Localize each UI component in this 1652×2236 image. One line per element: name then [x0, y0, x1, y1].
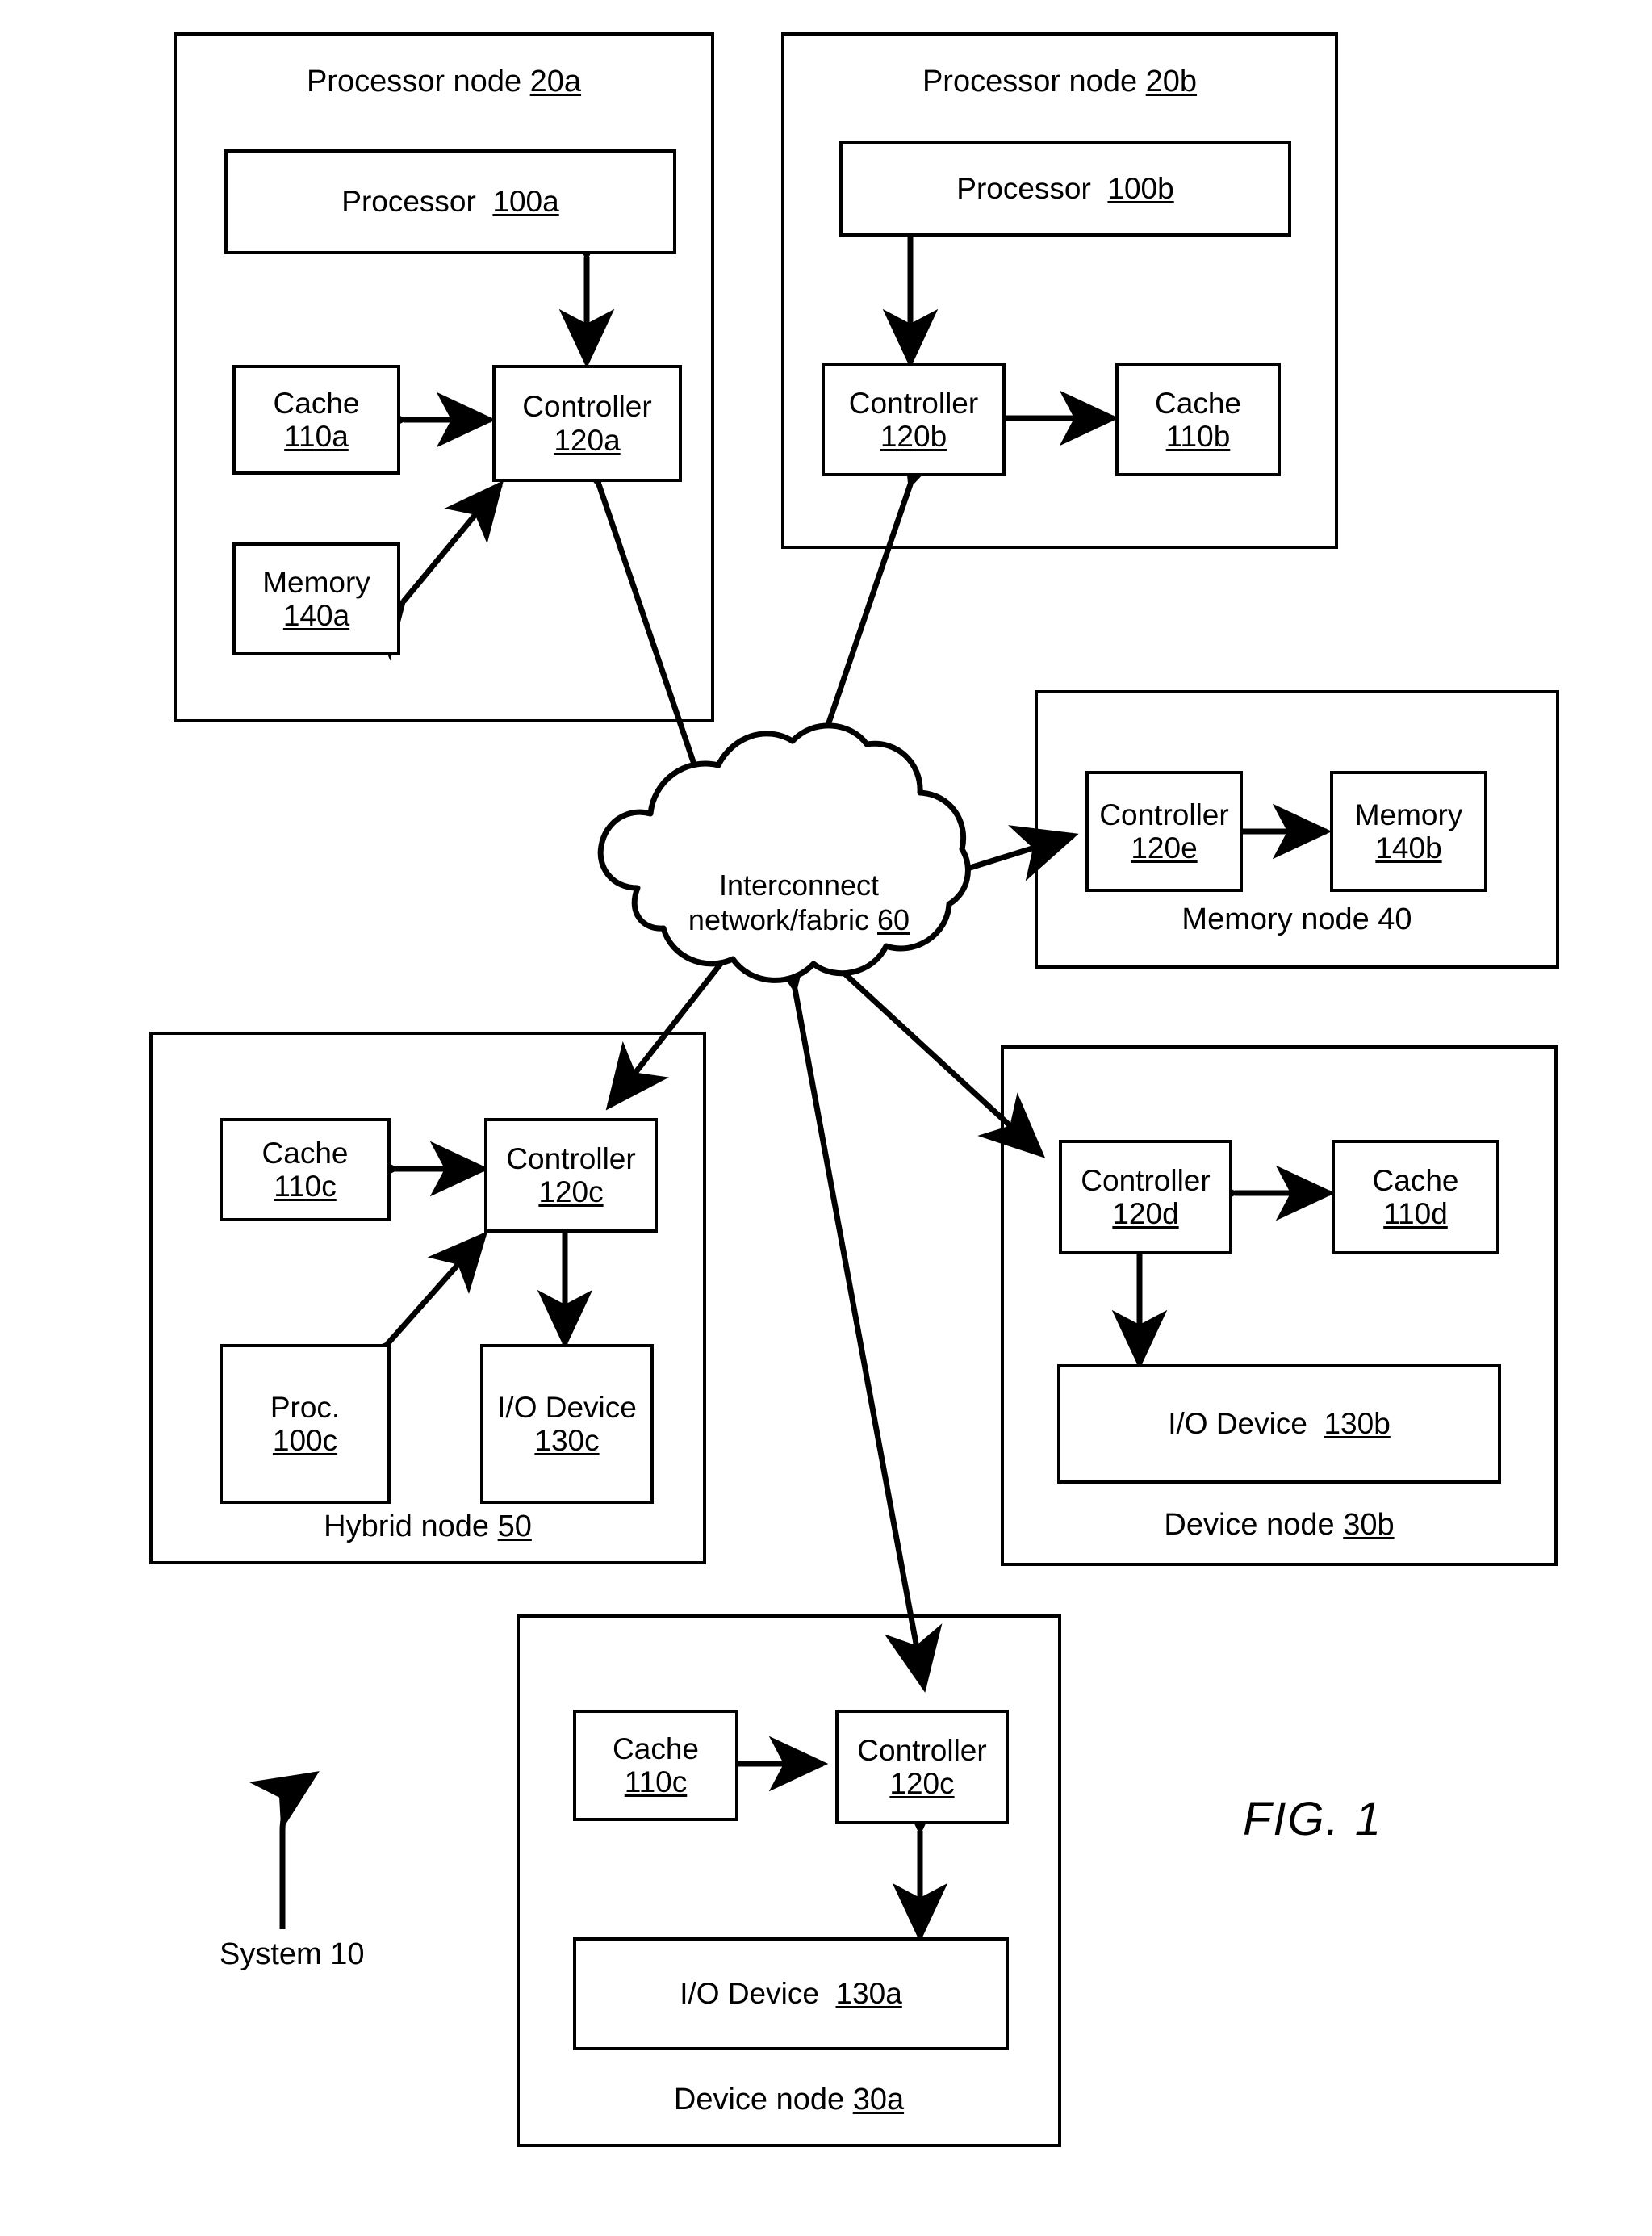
processor-100b-name: Processor: [956, 172, 1091, 206]
controller-120a-ref: 120a: [554, 423, 621, 457]
processor-100a-name: Processor: [341, 185, 476, 219]
io-130a-name: I/O Device: [680, 1977, 819, 2011]
box-memory-140a[interactable]: Memory 140a: [232, 542, 400, 655]
cloud-label: Interconnect network/fabric 60: [629, 868, 968, 937]
system-label: System 10: [220, 1937, 365, 1971]
box-controller-120b[interactable]: Controller 120b: [822, 363, 1006, 476]
memory-140b-ref: 140b: [1375, 831, 1442, 865]
cloud-line-2-ref: 60: [877, 903, 910, 937]
node-20a-title: Processor node 20a: [174, 65, 714, 99]
node-30a-title-text: Device node: [673, 2083, 853, 2117]
cache-110b-name: Cache: [1155, 386, 1241, 420]
cache-110c-device-name: Cache: [613, 1731, 699, 1765]
cache-110d-name: Cache: [1372, 1163, 1459, 1197]
box-cache-110c-device[interactable]: Cache 110c: [573, 1710, 738, 1821]
node-20b-title-ref: 20b: [1145, 65, 1198, 98]
controller-120e-name: Controller: [1099, 798, 1229, 831]
controller-120c-hybrid-ref: 120c: [538, 1175, 604, 1208]
memory-140b-name: Memory: [1354, 798, 1463, 831]
controller-120a-name: Controller: [522, 390, 652, 424]
node-device-30b[interactable]: [1001, 1045, 1558, 1566]
controller-120c-hybrid-name: Controller: [506, 1141, 636, 1175]
node-20b-title: Processor node 20b: [781, 65, 1338, 99]
processor-100a-label: Processor 100a: [341, 185, 558, 218]
node-20b-title-text: Processor node: [922, 65, 1146, 98]
processor-100a-ref: 100a: [492, 185, 559, 219]
node-30b-title: Device node 30b: [1001, 1508, 1558, 1543]
proc-100c-name: Proc.: [270, 1390, 341, 1424]
cache-110c-hybrid-ref: 110c: [274, 1170, 337, 1203]
io-130b-label: I/O Device 130b: [1168, 1407, 1391, 1440]
node-50-title-ref: 50: [497, 1510, 532, 1543]
node-30b-title-ref: 30b: [1343, 1508, 1395, 1542]
controller-120b-ref: 120b: [880, 420, 947, 453]
cache-110d-ref: 110d: [1383, 1197, 1448, 1230]
node-40-title: Memory node 40: [1035, 902, 1559, 937]
node-40-title-text: Memory node 40: [1181, 902, 1412, 936]
cloud-line-2-text: network/fabric: [688, 903, 878, 937]
system-pointer-arrow: [249, 1771, 320, 1929]
box-controller-120d[interactable]: Controller 120d: [1059, 1140, 1232, 1254]
box-cache-110b[interactable]: Cache 110b: [1115, 363, 1281, 476]
controller-120e-ref: 120e: [1131, 831, 1198, 865]
node-20a-title-ref: 20a: [529, 65, 582, 98]
node-30b-title-text: Device node: [1164, 1508, 1344, 1542]
box-memory-140b[interactable]: Memory 140b: [1330, 771, 1487, 892]
box-cache-110a[interactable]: Cache 110a: [232, 365, 400, 475]
io-130c-name: I/O Device: [497, 1390, 637, 1424]
controller-120c-device-ref: 120c: [889, 1767, 955, 1800]
controller-120d-name: Controller: [1081, 1163, 1211, 1197]
box-processor-100a[interactable]: Processor 100a: [224, 149, 676, 254]
io-130b-name: I/O Device: [1168, 1407, 1307, 1441]
box-cache-110c-hybrid[interactable]: Cache 110c: [220, 1118, 391, 1221]
box-controller-120e[interactable]: Controller 120e: [1085, 771, 1243, 892]
box-io-device-130a[interactable]: I/O Device 130a: [573, 1937, 1009, 2050]
box-controller-120c-device[interactable]: Controller 120c: [835, 1710, 1009, 1824]
io-130b-ref: 130b: [1324, 1407, 1391, 1441]
cloud-line-2: network/fabric 60: [629, 902, 968, 937]
cloud-line-1: Interconnect: [718, 869, 880, 902]
cache-110a-ref: 110a: [284, 420, 349, 453]
figure-label: FIG. 1: [1243, 1793, 1383, 1845]
controller-120d-ref: 120d: [1112, 1197, 1179, 1230]
io-130c-ref: 130c: [534, 1424, 600, 1457]
interconnect-cloud: [597, 722, 971, 983]
node-50-title-text: Hybrid node: [324, 1510, 498, 1543]
cache-110c-device-ref: 110c: [624, 1765, 688, 1798]
figure-canvas: Processor node 20a Processor 100a Cache …: [0, 0, 1652, 2236]
cache-110b-ref: 110b: [1165, 420, 1231, 453]
node-30a-title: Device node 30a: [517, 2083, 1061, 2117]
cache-110c-hybrid-name: Cache: [261, 1136, 349, 1170]
node-50-title: Hybrid node 50: [149, 1510, 706, 1544]
proc-100c-ref: 100c: [272, 1424, 338, 1457]
box-cache-110d[interactable]: Cache 110d: [1332, 1140, 1499, 1254]
processor-100b-label: Processor 100b: [956, 172, 1173, 205]
arrow-cloud-ctrl120c-device: [755, 925, 943, 1693]
box-controller-120a[interactable]: Controller 120a: [492, 365, 682, 482]
cache-110a-name: Cache: [273, 386, 360, 420]
processor-100b-ref: 100b: [1107, 172, 1174, 206]
node-30a-title-ref: 30a: [852, 2083, 905, 2117]
io-130a-ref: 130a: [835, 1977, 902, 2011]
box-io-device-130c[interactable]: I/O Device 130c: [480, 1344, 654, 1504]
box-processor-100b[interactable]: Processor 100b: [839, 141, 1291, 237]
node-device-30a[interactable]: [517, 1614, 1061, 2147]
box-proc-100c[interactable]: Proc. 100c: [220, 1344, 391, 1504]
io-130a-label: I/O Device 130a: [680, 1977, 902, 2010]
node-20a-title-text: Processor node: [306, 65, 530, 98]
box-controller-120c-hybrid[interactable]: Controller 120c: [484, 1118, 658, 1233]
memory-140a-ref: 140a: [282, 599, 350, 632]
controller-120c-device-name: Controller: [857, 1733, 987, 1767]
memory-140a-name: Memory: [262, 565, 370, 599]
box-io-device-130b[interactable]: I/O Device 130b: [1057, 1364, 1501, 1484]
controller-120b-name: Controller: [848, 386, 979, 420]
